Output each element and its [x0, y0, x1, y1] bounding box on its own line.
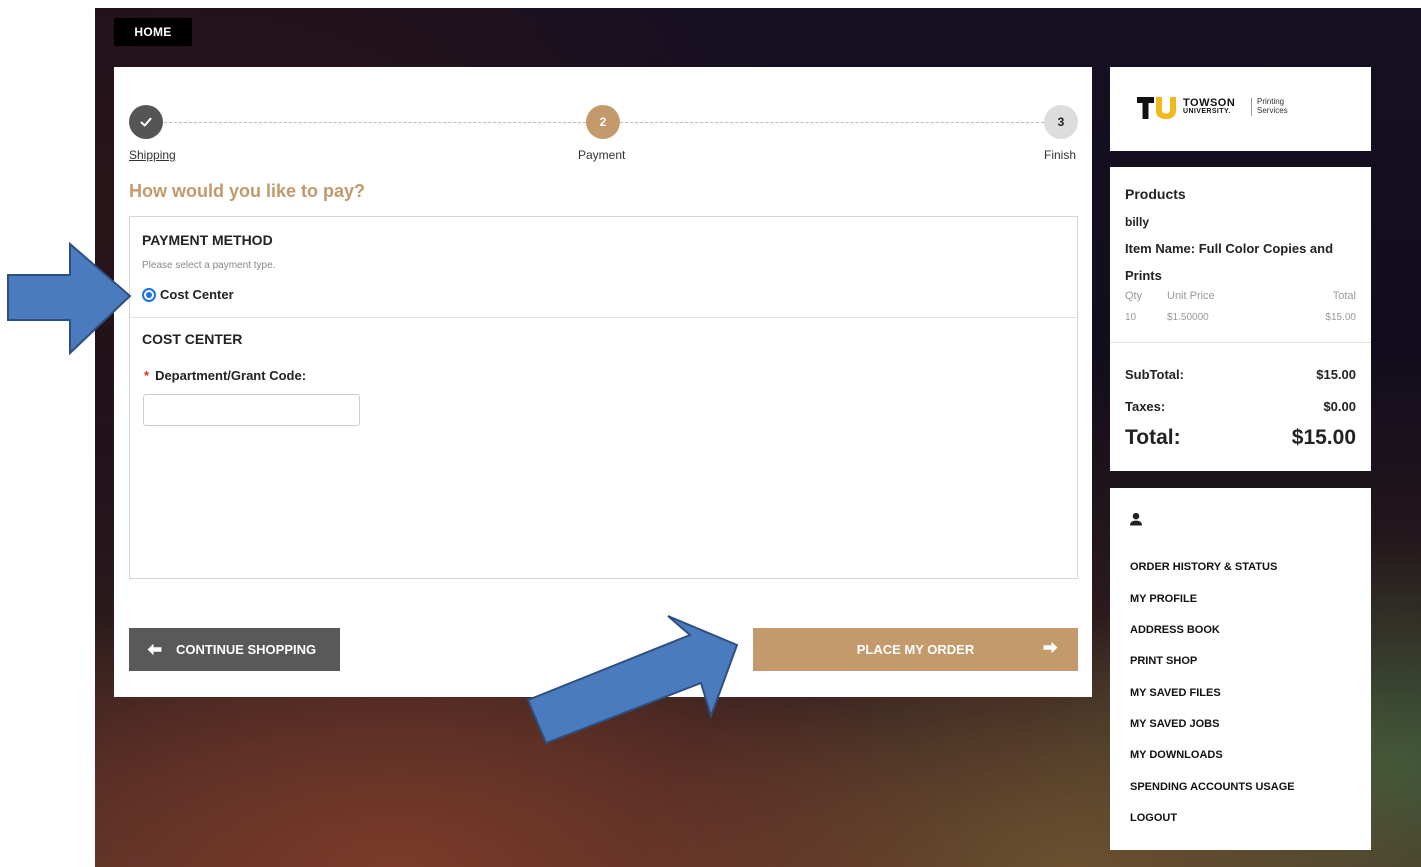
- annotation-arrow-right-icon: [7, 241, 132, 356]
- screenshot-canvas: HOME 2 3 Shipping Payment Finish How wou…: [0, 0, 1421, 867]
- annotation-arrow-diagonal-icon: [526, 615, 739, 745]
- annotation-arrows: [7, 241, 739, 745]
